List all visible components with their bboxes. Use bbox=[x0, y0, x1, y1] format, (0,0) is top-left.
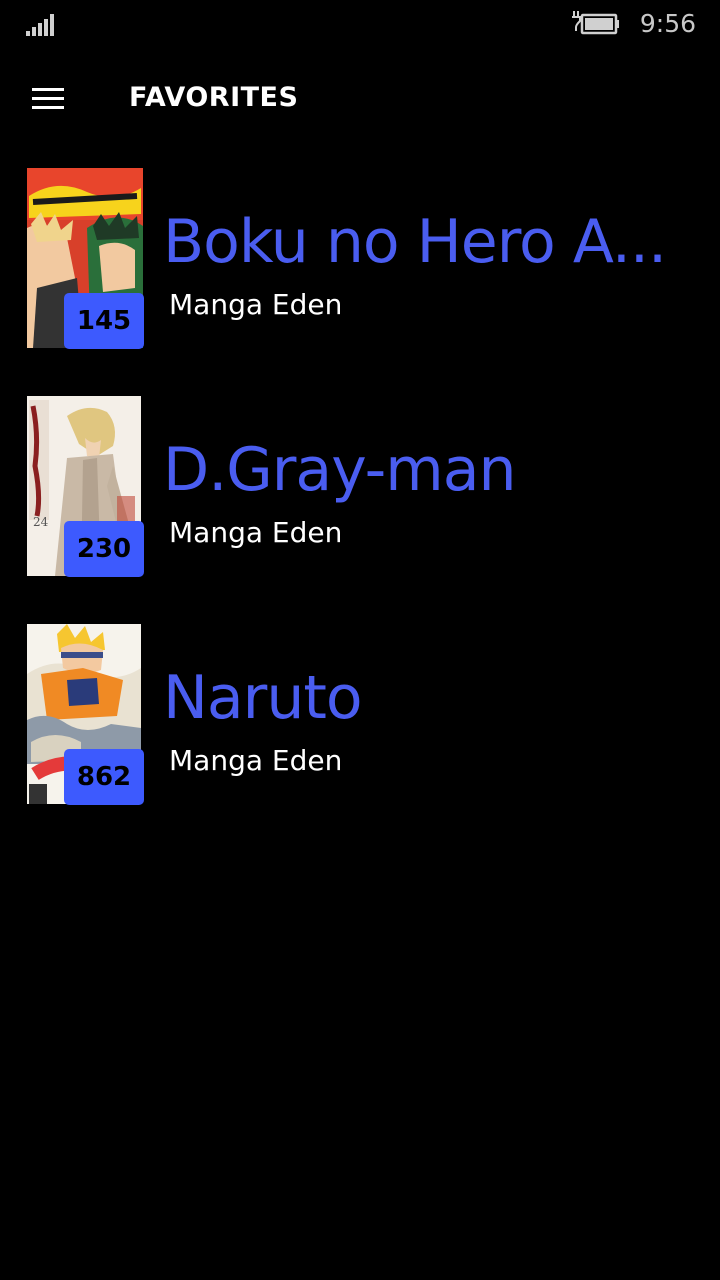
favorites-list: 145 Boku no Hero A... Manga Eden 24 230 … bbox=[0, 168, 720, 852]
chapter-count-badge: 862 bbox=[64, 749, 144, 805]
header: FAVORITES bbox=[0, 62, 720, 132]
manga-title: Naruto bbox=[163, 663, 363, 733]
manga-source: Manga Eden bbox=[169, 288, 343, 321]
status-time: 9:56 bbox=[639, 9, 696, 38]
list-item-d-gray-man[interactable]: 24 230 D.Gray-man Manga Eden bbox=[0, 396, 720, 577]
svg-text:24: 24 bbox=[33, 515, 49, 529]
signal-bars-icon bbox=[26, 14, 54, 36]
hamburger-menu-icon[interactable] bbox=[24, 80, 72, 116]
manga-source: Manga Eden bbox=[169, 744, 343, 777]
battery-charging-icon bbox=[572, 11, 619, 35]
status-bar: 9:56 bbox=[0, 0, 720, 48]
list-item-naruto[interactable]: 862 Naruto Manga Eden bbox=[0, 624, 720, 805]
chapter-count-badge: 145 bbox=[64, 293, 144, 349]
list-item-boku-no-hero[interactable]: 145 Boku no Hero A... Manga Eden bbox=[0, 168, 720, 349]
manga-title: Boku no Hero A... bbox=[163, 207, 663, 277]
manga-title: D.Gray-man bbox=[163, 435, 517, 505]
chapter-count-badge: 230 bbox=[64, 521, 144, 577]
manga-source: Manga Eden bbox=[169, 516, 343, 549]
page-title: FAVORITES bbox=[129, 82, 299, 113]
